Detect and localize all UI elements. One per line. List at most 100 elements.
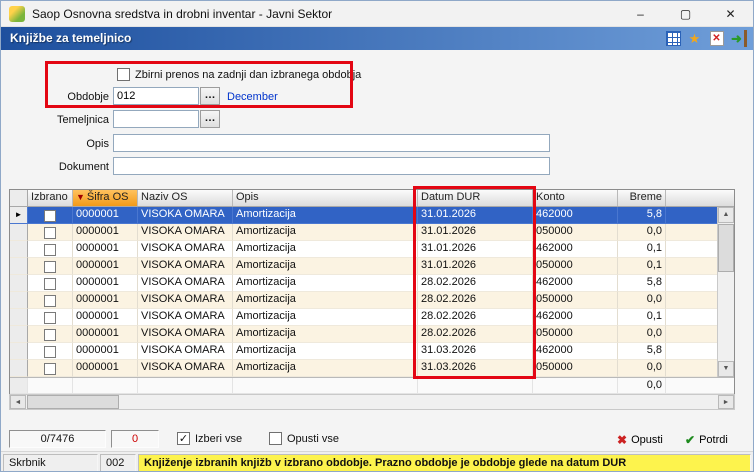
opis-label: Opis — [86, 138, 109, 150]
column-header-naziv-os[interactable]: Naziv OS — [138, 190, 233, 206]
cell-konto: 050000 — [533, 258, 618, 275]
cell-breme: 5,8 — [618, 343, 666, 360]
horizontal-scroll-thumb[interactable] — [27, 395, 119, 409]
row-checkbox[interactable] — [44, 294, 56, 307]
cell-sifra-os: 0000001 — [73, 309, 138, 326]
close-button[interactable]: ✕ — [708, 1, 753, 27]
dokument-input[interactable] — [113, 157, 550, 175]
row-marker-cell — [10, 258, 28, 275]
row-marker-cell — [10, 343, 28, 360]
cell-konto: 462000 — [533, 309, 618, 326]
column-header-breme[interactable]: Breme — [618, 190, 666, 206]
opis-input[interactable] — [113, 134, 550, 152]
exit-icon[interactable]: ➜ — [730, 30, 747, 47]
table-row[interactable]: 0000001 VISOKA OMARA Amortizacija 28.02.… — [10, 292, 734, 309]
opusti-vse-checkbox[interactable] — [269, 432, 282, 445]
cell-breme: 0,0 — [618, 224, 666, 241]
cell-datum-dur: 31.01.2026 — [418, 258, 533, 275]
cell-breme: 0,0 — [618, 360, 666, 377]
column-header-izbrano[interactable]: Izbrano — [28, 190, 73, 206]
cell-datum-dur: 31.03.2026 — [418, 343, 533, 360]
row-marker-cell — [10, 224, 28, 241]
title-bar: Saop Osnovna sredstva in drobni inventar… — [1, 1, 753, 27]
cell-naziv-os: VISOKA OMARA — [138, 326, 233, 343]
row-select-cell — [28, 326, 73, 343]
grid-header-row: Izbrano ▼ Šifra OS Naziv OS Opis Datum DU… — [10, 190, 734, 207]
cell-breme: 0,0 — [618, 326, 666, 343]
row-select-cell — [28, 343, 73, 360]
selected-counter: 0 — [111, 430, 159, 448]
favorites-star-icon[interactable]: ★ — [686, 30, 703, 47]
record-counter: 0/7476 — [9, 430, 106, 448]
cell-opis: Amortizacija — [233, 292, 418, 309]
obdobje-month-text: December — [227, 91, 278, 103]
row-checkbox[interactable] — [44, 243, 56, 256]
cell-konto: 462000 — [533, 207, 618, 224]
row-checkbox[interactable] — [44, 345, 56, 358]
scroll-right-icon[interactable]: ► — [718, 395, 734, 409]
dialog-header: Knjižbe za temeljnico ★ ✕ ➜ — [1, 27, 753, 50]
table-row[interactable]: 0000001 VISOKA OMARA Amortizacija 28.02.… — [10, 309, 734, 326]
cell-sifra-os: 0000001 — [73, 224, 138, 241]
scroll-up-icon[interactable]: ▲ — [718, 207, 734, 223]
cell-konto: 050000 — [533, 292, 618, 309]
opusti-vse-label: Opusti vse — [287, 433, 339, 445]
cell-konto: 050000 — [533, 360, 618, 377]
row-checkbox[interactable] — [44, 277, 56, 290]
row-checkbox[interactable] — [44, 226, 56, 239]
opusti-button[interactable]: ✖ Opusti — [617, 430, 663, 449]
zbirni-prenos-checkbox[interactable] — [117, 68, 130, 81]
current-row-icon: ► — [14, 210, 23, 219]
table-row[interactable]: 0000001 VISOKA OMARA Amortizacija 31.03.… — [10, 343, 734, 360]
obdobje-browse-button[interactable]: … — [200, 87, 220, 105]
close-document-icon[interactable]: ✕ — [709, 31, 724, 46]
row-select-cell — [28, 292, 73, 309]
maximize-button[interactable]: ▢ — [663, 1, 708, 27]
table-row[interactable]: 0000001 VISOKA OMARA Amortizacija 31.01.… — [10, 224, 734, 241]
row-checkbox[interactable] — [44, 362, 56, 375]
table-row[interactable]: 0000001 VISOKA OMARA Amortizacija 28.02.… — [10, 275, 734, 292]
horizontal-scrollbar[interactable]: ◄ ► — [9, 394, 735, 410]
cell-naziv-os: VISOKA OMARA — [138, 258, 233, 275]
cell-breme: 0,0 — [618, 292, 666, 309]
row-checkbox[interactable] — [44, 260, 56, 273]
izberi-vse-checkbox[interactable]: ✓ — [177, 432, 190, 445]
table-row[interactable]: 0000001 VISOKA OMARA Amortizacija 31.03.… — [10, 360, 734, 377]
cell-datum-dur: 31.01.2026 — [418, 241, 533, 258]
opusti-x-icon: ✖ — [617, 432, 628, 447]
cell-sifra-os: 0000001 — [73, 360, 138, 377]
bookings-grid: Izbrano ▼ Šifra OS Naziv OS Opis Datum DU… — [9, 189, 735, 395]
temeljnica-input[interactable] — [113, 110, 199, 128]
column-header-konto[interactable]: Konto — [533, 190, 618, 206]
cell-breme: 5,8 — [618, 207, 666, 224]
cell-datum-dur: 28.02.2026 — [418, 292, 533, 309]
row-checkbox[interactable] — [44, 209, 56, 222]
column-header-datum-dur[interactable]: Datum DUR — [418, 190, 533, 206]
vertical-scroll-thumb[interactable] — [718, 224, 734, 272]
potrdi-button[interactable]: ✔ Potrdi — [685, 430, 728, 449]
scroll-left-icon[interactable]: ◄ — [10, 395, 26, 409]
column-header-opis[interactable]: Opis — [233, 190, 418, 206]
minimize-button[interactable]: – — [618, 1, 663, 27]
table-row[interactable]: 0000001 VISOKA OMARA Amortizacija 31.01.… — [10, 241, 734, 258]
cell-breme: 0,1 — [618, 241, 666, 258]
window-title: Saop Osnovna sredstva in drobni inventar… — [32, 7, 333, 21]
vertical-scrollbar[interactable]: ▲ ▼ — [717, 207, 734, 377]
grid-settings-icon[interactable] — [666, 31, 681, 46]
scroll-down-icon[interactable]: ▼ — [718, 361, 734, 377]
column-header-sifra-os[interactable]: ▼ Šifra OS — [73, 190, 138, 206]
cell-opis: Amortizacija — [233, 224, 418, 241]
app-window: Saop Osnovna sredstva in drobni inventar… — [0, 0, 754, 472]
cell-konto: 050000 — [533, 326, 618, 343]
row-marker-cell — [10, 275, 28, 292]
table-row[interactable]: ► 0000001 VISOKA OMARA Amortizacija 31.0… — [10, 207, 734, 224]
obdobje-input[interactable] — [113, 87, 199, 105]
temeljnica-browse-button[interactable]: … — [200, 110, 220, 128]
cell-naziv-os: VISOKA OMARA — [138, 207, 233, 224]
cell-opis: Amortizacija — [233, 360, 418, 377]
column-header-marker — [10, 190, 28, 206]
row-checkbox[interactable] — [44, 311, 56, 324]
row-checkbox[interactable] — [44, 328, 56, 341]
table-row[interactable]: 0000001 VISOKA OMARA Amortizacija 31.01.… — [10, 258, 734, 275]
table-row[interactable]: 0000001 VISOKA OMARA Amortizacija 28.02.… — [10, 326, 734, 343]
